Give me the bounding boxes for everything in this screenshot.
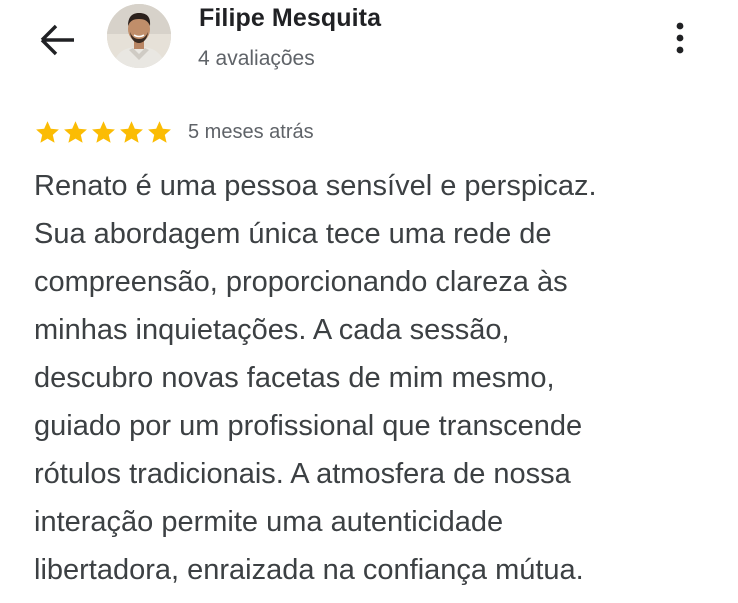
- star-icon: [92, 120, 115, 143]
- review-text-line: guiado por um profissional que transcend…: [34, 410, 583, 442]
- star-rating: [34, 119, 173, 146]
- review-text-line: rótulos tradicionais. A atmosfera de nos…: [34, 458, 571, 490]
- review-text-line: Renato é uma pessoa sensível e perspicaz…: [34, 170, 597, 202]
- review-text-line: interação permite uma autenticidade: [34, 506, 504, 538]
- more-options-button[interactable]: [662, 18, 698, 58]
- review-count[interactable]: 4 avaliações: [198, 47, 315, 71]
- star-icon: [36, 120, 59, 143]
- review-text-line: descubro novas facetas de mim mesmo,: [34, 362, 555, 394]
- more-vert-icon: [676, 22, 684, 54]
- rating-row: 5 meses atrás: [34, 117, 314, 147]
- avatar[interactable]: [107, 4, 171, 68]
- review-detail-page: Filipe Mesquita 4 avaliações 5 meses atr…: [0, 0, 738, 603]
- star-icon: [148, 120, 171, 143]
- review-text-line: libertadora, enraizada na confiança mútu…: [34, 554, 584, 586]
- review-text-line: minhas inquietações. A cada sessão,: [34, 314, 510, 346]
- reviewer-name[interactable]: Filipe Mesquita: [199, 4, 381, 33]
- review-text-line: compreensão, proporcionando clareza às: [34, 266, 568, 298]
- arrow-back-icon: [40, 24, 74, 56]
- star-icon: [120, 120, 143, 143]
- review-text-line: Sua abordagem única tece uma rede de: [34, 218, 552, 250]
- profile-photo: [107, 4, 171, 68]
- review-text: Renato é uma pessoa sensível e perspicaz…: [34, 162, 724, 594]
- review-date: 5 meses atrás: [188, 120, 314, 143]
- star-icon: [64, 120, 87, 143]
- back-button[interactable]: [38, 22, 78, 58]
